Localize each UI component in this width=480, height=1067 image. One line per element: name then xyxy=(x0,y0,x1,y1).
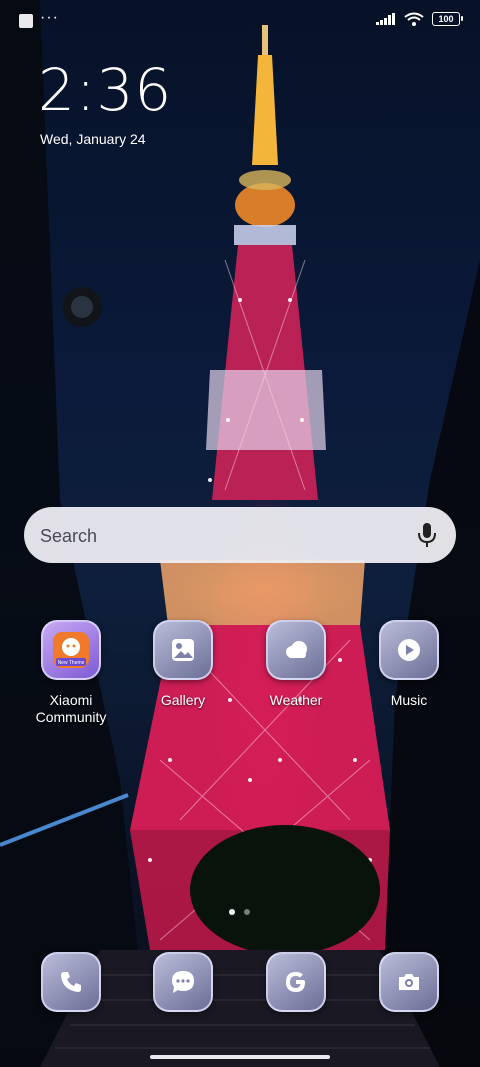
page-dot[interactable] xyxy=(244,909,250,915)
dock-phone[interactable] xyxy=(16,952,126,1012)
clock-time[interactable]: 2:36 xyxy=(38,56,172,124)
battery-level: 100 xyxy=(438,14,454,24)
microphone-icon[interactable] xyxy=(416,522,438,548)
new-theme-icon: New Theme xyxy=(53,632,89,668)
app-label: Music xyxy=(390,692,428,708)
dock-camera[interactable] xyxy=(354,952,464,1012)
notification-square-icon xyxy=(19,14,33,28)
music-icon xyxy=(379,620,439,680)
more-notifications-icon: ··· xyxy=(40,9,59,26)
status-right: 100 xyxy=(376,12,463,26)
home-indicator[interactable] xyxy=(150,1055,330,1059)
app-label: Xiaomi Community xyxy=(35,692,107,725)
status-bar: ··· 100 xyxy=(0,0,480,42)
search-input[interactable] xyxy=(38,515,402,557)
wifi-icon xyxy=(404,12,424,26)
page-dot-active[interactable] xyxy=(229,909,235,915)
clock-date[interactable]: Wed, January 24 xyxy=(40,131,146,147)
phone-icon xyxy=(41,952,101,1012)
page-indicator xyxy=(229,909,250,915)
battery-icon: 100 xyxy=(432,12,463,26)
dock-messages[interactable] xyxy=(128,952,238,1012)
search-bar[interactable] xyxy=(24,507,456,563)
app-xiaomi-community[interactable]: New Theme Xiaomi Community xyxy=(16,620,126,726)
signal-icon xyxy=(376,13,395,25)
messages-icon xyxy=(153,952,213,1012)
camera-icon xyxy=(379,952,439,1012)
app-gallery[interactable]: Gallery xyxy=(128,620,238,709)
weather-icon xyxy=(266,620,326,680)
app-music[interactable]: Music xyxy=(354,620,464,709)
new-theme-badge: New Theme xyxy=(58,660,85,666)
gallery-icon xyxy=(153,620,213,680)
app-label: Gallery xyxy=(160,692,206,708)
app-label: Weather xyxy=(269,692,323,708)
app-weather[interactable]: Weather xyxy=(241,620,351,709)
dock-google[interactable] xyxy=(241,952,351,1012)
xiaomi-community-icon: New Theme xyxy=(41,620,101,680)
google-icon xyxy=(266,952,326,1012)
